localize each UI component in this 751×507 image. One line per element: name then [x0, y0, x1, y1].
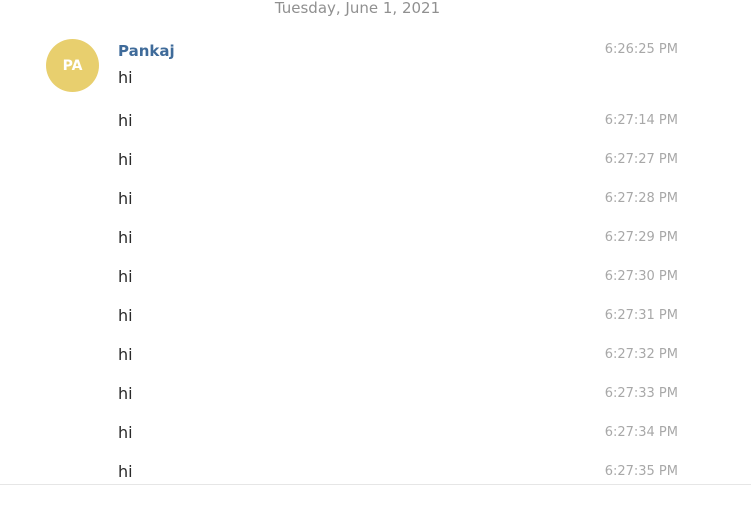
message-timestamp: 6:27:34 PM — [604, 425, 678, 440]
message-text: hi — [118, 462, 133, 481]
message-row[interactable]: hi 6:27:14 PM — [118, 111, 678, 131]
message-text: hi — [118, 306, 133, 325]
message-text: hi — [118, 423, 133, 442]
sender-name[interactable]: Pankaj — [118, 42, 175, 60]
message-row[interactable]: hi 6:27:31 PM — [118, 306, 678, 326]
message-row[interactable]: hi 6:27:30 PM — [118, 267, 678, 287]
message-row[interactable]: hi 6:27:33 PM — [118, 384, 678, 404]
message-timestamp: 6:27:27 PM — [604, 152, 678, 167]
message-text: hi — [118, 345, 133, 364]
message-text: hi — [118, 384, 133, 403]
message-row[interactable]: hi 6:27:27 PM — [118, 150, 678, 170]
message-row[interactable]: hi 6:27:28 PM — [118, 189, 678, 209]
message-timestamp: 6:26:25 PM — [604, 42, 678, 57]
message-timestamp: 6:27:32 PM — [604, 347, 678, 362]
message-timestamp: 6:27:35 PM — [604, 464, 678, 479]
message-text: hi — [118, 228, 133, 247]
bottom-divider — [0, 484, 751, 485]
message-timestamp: 6:27:14 PM — [604, 113, 678, 128]
avatar-initials: PA — [62, 57, 83, 74]
avatar[interactable]: PA — [46, 39, 99, 92]
message-timestamp: 6:27:29 PM — [604, 230, 678, 245]
message-timestamp: 6:27:28 PM — [604, 191, 678, 206]
message-timestamp: 6:27:30 PM — [604, 269, 678, 284]
message-row[interactable]: hi 6:27:34 PM — [118, 423, 678, 443]
message-row[interactable]: hi 6:27:35 PM — [118, 462, 678, 482]
message-text: hi — [118, 68, 133, 87]
message-row[interactable]: hi 6:27:32 PM — [118, 345, 678, 365]
message-row[interactable]: hi 6:27:29 PM — [118, 228, 678, 248]
message-row[interactable]: hi 6:26:25 PM — [118, 42, 678, 88]
date-divider: Tuesday, June 1, 2021 — [274, 0, 441, 17]
message-text: hi — [118, 267, 133, 286]
message-text: hi — [118, 150, 133, 169]
message-timestamp: 6:27:31 PM — [604, 308, 678, 323]
message-text: hi — [118, 189, 133, 208]
message-text: hi — [118, 111, 133, 130]
message-timestamp: 6:27:33 PM — [604, 386, 678, 401]
